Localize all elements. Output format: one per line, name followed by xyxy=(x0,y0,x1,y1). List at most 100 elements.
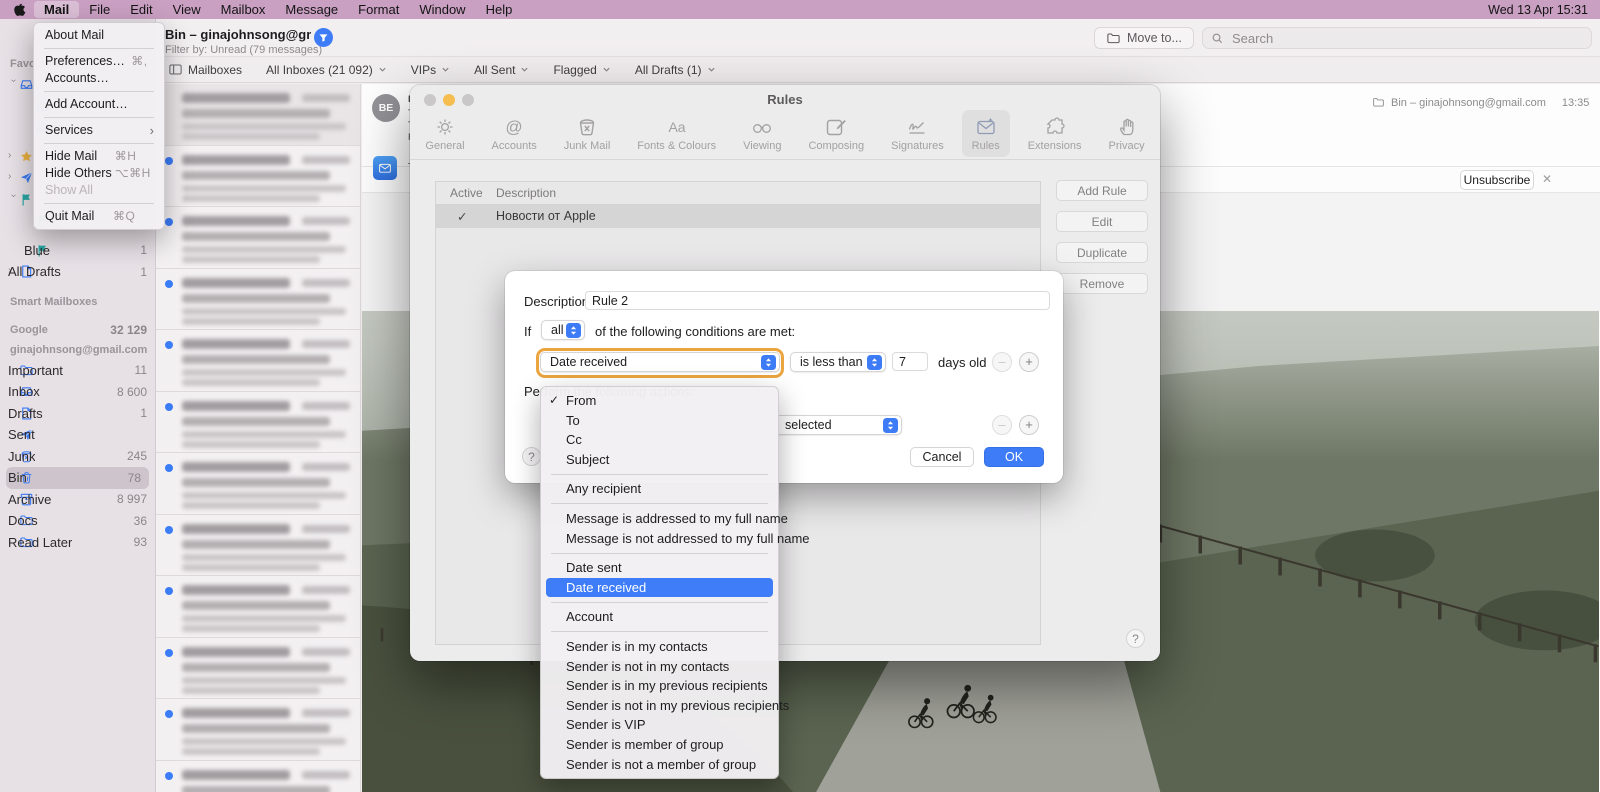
menu-item[interactable]: Add Account… xyxy=(34,96,164,113)
preferences-tab[interactable]: General xyxy=(416,110,473,157)
menu-bar-item[interactable]: Help xyxy=(476,1,523,18)
preferences-tab[interactable]: Signatures xyxy=(882,110,953,157)
menu-bar-item[interactable]: Mail xyxy=(34,1,80,18)
menu-bar-clock[interactable]: Wed 13 Apr 15:31 xyxy=(1488,3,1588,17)
search-input[interactable] xyxy=(1230,29,1583,47)
rules-action-button[interactable]: Add Rule xyxy=(1056,180,1148,201)
disclosure-chevron-icon[interactable]: › xyxy=(8,150,19,161)
sidebar-item[interactable]: › All Drafts 1 xyxy=(0,261,155,283)
favourites-bar-item[interactable]: VIPs xyxy=(411,63,450,77)
menu-bar-item[interactable]: Edit xyxy=(120,1,162,18)
chevron-down-icon[interactable] xyxy=(707,65,716,74)
sidebar-item[interactable]: › Junk 245 xyxy=(0,446,155,468)
message-list-item[interactable] xyxy=(156,638,360,699)
sidebar-item[interactable]: › Docs 36 xyxy=(0,510,155,532)
menu-item[interactable]: Quit Mail ⌘Q xyxy=(34,208,164,225)
preferences-tab[interactable]: Viewing xyxy=(734,110,790,157)
sidebar-item[interactable]: › Inbox 8 600 xyxy=(0,381,155,403)
preferences-tab[interactable]: Composing xyxy=(799,110,873,157)
disclosure-chevron-icon[interactable]: › xyxy=(8,194,19,205)
menu-bar-item[interactable]: Message xyxy=(275,1,348,18)
sidebar-item[interactable]: › Blue 1 xyxy=(0,240,155,262)
favourites-bar-item[interactable]: Flagged xyxy=(553,63,610,77)
sidebar-item[interactable]: › Google 32 129 xyxy=(0,320,155,340)
disclosure-chevron-icon[interactable]: › xyxy=(8,79,19,90)
message-list-item[interactable] xyxy=(156,453,360,515)
rule-row[interactable]: ✓ Новости от Apple xyxy=(436,205,1040,228)
add-action-button[interactable]: + xyxy=(1019,415,1039,435)
condition-operator-popup[interactable]: is less than xyxy=(790,352,886,372)
sidebar-item[interactable]: › Smart Mailboxes xyxy=(0,292,155,312)
condition-value-field[interactable] xyxy=(892,352,928,371)
condition-field-popup[interactable]: Date received xyxy=(540,352,780,372)
chevron-down-icon[interactable] xyxy=(441,65,450,74)
rule-active-checkbox[interactable]: ✓ xyxy=(457,209,467,224)
dropdown-item[interactable]: Subject xyxy=(541,450,778,470)
message-list-item[interactable] xyxy=(156,392,360,453)
sidebar-item[interactable]: › Sent xyxy=(0,424,155,446)
dropdown-item[interactable]: Sender is in my previous recipients xyxy=(541,676,778,696)
menu-item[interactable] xyxy=(44,117,154,118)
dropdown-item[interactable]: Sender is in my contacts xyxy=(541,637,778,657)
dropdown-item[interactable]: To xyxy=(541,411,778,431)
dropdown-item[interactable]: Date received xyxy=(546,577,773,598)
sidebar-item[interactable]: › Important 11 xyxy=(0,360,155,382)
menu-item[interactable] xyxy=(44,203,154,204)
dropdown-item[interactable]: Date sent xyxy=(541,558,778,578)
preferences-tab[interactable]: @ Accounts xyxy=(483,110,546,157)
message-list-item[interactable] xyxy=(156,269,360,330)
menu-bar-item[interactable]: File xyxy=(79,1,120,18)
rules-action-button[interactable]: Remove xyxy=(1056,273,1148,294)
preferences-tab[interactable]: Junk Mail xyxy=(555,110,619,157)
dropdown-item[interactable] xyxy=(551,503,768,505)
dropdown-item[interactable]: Sender is VIP xyxy=(541,715,778,735)
menu-item[interactable]: Show All xyxy=(34,182,164,199)
move-to-button[interactable]: Move to... xyxy=(1094,27,1194,49)
action-popup[interactable]: selected xyxy=(770,415,902,435)
unsubscribe-button[interactable]: Unsubscribe xyxy=(1460,170,1534,190)
chevron-down-icon[interactable] xyxy=(378,65,387,74)
rules-action-button[interactable]: Duplicate xyxy=(1056,242,1148,263)
dropdown-item[interactable] xyxy=(551,552,768,554)
sidebar-item[interactable]: › Archive 8 997 xyxy=(0,489,155,511)
menu-item[interactable] xyxy=(44,91,154,92)
message-list-item[interactable] xyxy=(156,84,360,146)
preferences-tab[interactable]: Extensions xyxy=(1019,110,1091,157)
preferences-tab[interactable]: Rules xyxy=(961,110,1010,157)
message-list-item[interactable] xyxy=(156,207,360,269)
dropdown-item[interactable]: Cc xyxy=(541,430,778,450)
help-button[interactable]: ? xyxy=(1126,629,1145,648)
message-list-item[interactable] xyxy=(156,576,360,638)
preferences-tab[interactable]: Aa Fonts & Colours xyxy=(628,110,725,157)
favourites-bar-item[interactable]: Mailboxes xyxy=(168,62,242,77)
menu-bar-item[interactable]: Mailbox xyxy=(211,1,276,18)
sidebar-item[interactable]: › ginajohnsong@gmail.com xyxy=(0,340,155,360)
dropdown-item[interactable]: Message is not addressed to my full name xyxy=(541,529,810,549)
menu-item[interactable]: Hide Others ⌥⌘H xyxy=(34,165,164,182)
condition-match-popup[interactable]: all xyxy=(541,320,585,340)
help-button[interactable]: ? xyxy=(522,447,541,466)
filter-button[interactable] xyxy=(314,28,333,47)
cancel-button[interactable]: Cancel xyxy=(910,447,974,467)
menu-item[interactable]: About Mail xyxy=(34,27,164,44)
menu-item[interactable]: Hide Mail ⌘H xyxy=(34,148,164,165)
menu-bar-item[interactable]: View xyxy=(163,1,211,18)
rule-description-field[interactable] xyxy=(585,291,1050,310)
menu-item[interactable] xyxy=(44,48,154,49)
menu-item[interactable] xyxy=(44,143,154,144)
rules-action-button[interactable]: Edit xyxy=(1056,211,1148,232)
dropdown-item[interactable] xyxy=(551,601,768,603)
dropdown-item[interactable] xyxy=(551,473,768,475)
menu-item[interactable]: Services › xyxy=(34,122,164,139)
chevron-down-icon[interactable] xyxy=(602,65,611,74)
message-list-item[interactable] xyxy=(156,146,360,207)
dropdown-item[interactable]: Sender is not a member of group xyxy=(541,755,778,775)
message-list-item[interactable] xyxy=(156,761,360,792)
remove-action-button[interactable]: – xyxy=(992,415,1012,435)
favourites-bar-item[interactable]: All Drafts (1) xyxy=(635,63,716,77)
dropdown-item[interactable]: Sender is not in my previous recipients xyxy=(541,696,789,716)
menu-bar-item[interactable]: Format xyxy=(348,1,409,18)
menu-bar-item[interactable]: Window xyxy=(409,1,475,18)
message-list-item[interactable] xyxy=(156,515,360,576)
remove-condition-button[interactable]: – xyxy=(992,352,1012,372)
